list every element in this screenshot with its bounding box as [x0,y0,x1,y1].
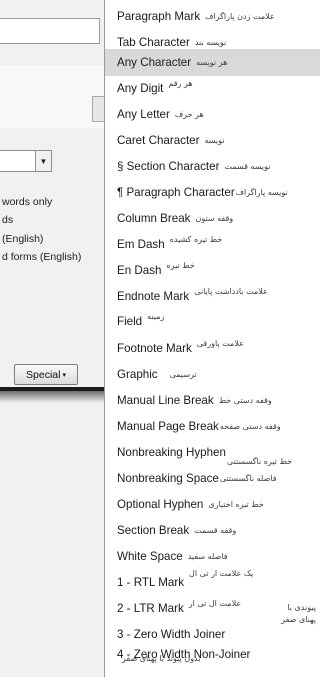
menu-item-section-break[interactable]: Section Break وقفه قسمت [105,517,320,544]
option-whole-words[interactable]: words only [2,196,104,208]
menu-item-label: Any Digit [117,82,164,95]
menu-item-label: ¶ Paragraph Character [117,186,235,199]
menu-item-label: Tab Character [117,36,190,49]
menu-item-translation: علامت زدن پاراگراف [205,12,275,21]
menu-item-label: Any Letter [117,108,170,121]
menu-item-label: Caret Character [117,134,200,147]
menu-item-label: Manual Line Break [117,394,214,407]
menu-item-manual-line-break[interactable]: Manual Line Break وقفه دستی خط [105,387,320,414]
menu-item-label: White Space [117,550,183,563]
menu-item-translation: خط تیره اختیاری [208,500,264,509]
menu-item-translation: ترسیمی [169,370,197,379]
menu-item-translation: خط تیره کشیده [169,235,223,244]
menu-item-translation: فاصله سفید [187,552,228,561]
menu-item-label: Footnote Mark [117,342,192,355]
zero-width-non-joiner-translation: بدون پیوند با پهنای صفر [122,654,201,663]
menu-item-translation: نویسه بند [194,38,227,47]
menu-item-translation: وقفه ستون [195,214,234,223]
menu-item-en-dash[interactable]: En Dash خط تیره [105,257,320,284]
menu-item-translation: علامت ال تی ار [188,599,242,608]
menu-item-field[interactable]: Field زمینه [105,308,320,335]
option-sounds-like[interactable]: (English) [2,233,104,245]
menu-item-label: Column Break [117,212,191,225]
menu-item-label: 3 - Zero Width Joiner [117,628,226,641]
menu-item-translation: وقفه دستی خط [218,396,272,405]
menu-item-label: Manual Page Break [117,420,219,433]
menu-item-label: Endnote Mark [117,290,190,303]
dropdown-arrow-icon[interactable]: ▼ [35,151,51,171]
menu-item-label: 2 - LTR Mark [117,602,184,615]
menu-item-translation: هر حرف [174,110,204,119]
menu-item-label: Nonbreaking Space [117,472,219,485]
menu-item-translation: علامت یادداشت پایانی [194,287,268,296]
menu-item-footnote-mark[interactable]: Footnote Mark علامت پاورقی [105,335,320,362]
menu-item-label: Graphic [117,368,158,381]
zero-width-joiner-translation: پیوندی با پهنای صفر [281,603,316,624]
menu-item-any-letter[interactable]: Any Letter هر حرف [105,101,320,128]
menu-item-label: Any Character [117,56,192,69]
menu-item-translation: هر رقم [168,79,193,88]
menu-item-translation: وقفه دستی صفحه [219,422,281,431]
menu-item-translation: وقفه قسمت [194,526,237,535]
menu-item-paragraph-mark[interactable]: Paragraph Mark علامت زدن پاراگراف [105,3,320,30]
menu-item-translation: نویسه پاراگراف [235,188,288,197]
menu-item-translation: نویسه قسمت [224,162,271,171]
menu-item-nonbreaking-hyphen[interactable]: Nonbreaking Hyphen خط تیره ناگسستنی [105,439,320,466]
menu-item-caret-character[interactable]: Caret Character نویسه [105,127,320,154]
special-menu: Paragraph Mark علامت زدن پاراگراف Tab Ch… [104,0,320,677]
menu-item-nonbreaking-space[interactable]: Nonbreaking Space فاصله ناگسستنی [105,465,320,492]
menu-item-label: Em Dash [117,238,165,251]
menu-item-optional-hyphen[interactable]: Optional Hyphen خط تیره اختیاری [105,491,320,518]
chevron-down-icon: ▾ [62,371,66,379]
menu-item-translation: یک علامت ار تی ال [189,569,254,578]
menu-item-label: Optional Hyphen [117,498,204,511]
menu-item-graphic[interactable]: Graphic ترسیمی [105,361,320,388]
menu-item-rtl-mark[interactable]: 1 - RTL Mark یک علامت ار تی ال [105,569,320,596]
menu-item-translation: هر نویسه [196,58,228,67]
menu-item-label: Field [117,315,143,328]
menu-item-endnote-mark[interactable]: Endnote Mark علامت یادداشت پایانی [105,283,320,310]
menu-item-em-dash[interactable]: Em Dash خط تیره کشیده [105,231,320,258]
special-button-label: Special [26,368,61,381]
menu-item-column-break[interactable]: Column Break وقفه ستون [105,205,320,232]
menu-item-translation: خط تیره [166,261,195,270]
option-word-forms[interactable]: d forms (English) [2,251,104,263]
menu-item-translation: زمینه [147,312,165,321]
menu-item-manual-page-break[interactable]: Manual Page Break وقفه دستی صفحه [105,413,320,440]
menu-item-label: 1 - RTL Mark [117,576,184,589]
search-direction-combo[interactable]: ▼ [0,150,52,172]
menu-item-translation: فاصله ناگسستنی [219,474,277,483]
menu-item-any-character[interactable]: Any Character هر نویسه [105,49,320,76]
menu-item-translation: علامت پاورقی [196,339,244,348]
find-what-field[interactable] [0,18,100,44]
menu-item-translation: نویسه [204,136,225,145]
menu-item-label: Paragraph Mark [117,10,201,23]
menu-item-label: Nonbreaking Hyphen [117,446,226,459]
menu-item-label: En Dash [117,264,162,277]
dialog-panel [0,66,104,128]
find-replace-dialog: ▼ words only ds (English) d forms (Engli… [0,0,105,677]
special-button[interactable]: Special ▾ [14,364,78,385]
menu-item-label: Section Break [117,524,190,537]
dialog-shadow [0,391,104,403]
menu-item-paragraph-character[interactable]: ¶ Paragraph Character نویسه پاراگراف [105,179,320,206]
option-wildcards[interactable]: ds [2,214,104,226]
menu-item-white-space[interactable]: White Space فاصله سفید [105,543,320,570]
menu-item-section-character[interactable]: § Section Character نویسه قسمت [105,153,320,180]
menu-item-label: § Section Character [117,160,220,173]
menu-item-any-digit[interactable]: Any Digit هر رقم [105,75,320,102]
